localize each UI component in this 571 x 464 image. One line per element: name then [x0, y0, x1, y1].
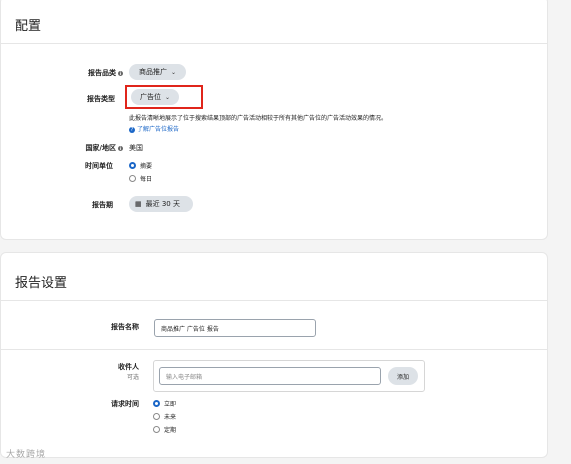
period-dropdown[interactable]: ▦ 最近 30 天: [129, 196, 193, 212]
info-icon: i: [118, 70, 123, 76]
watermark-logo: 大数跨境: [6, 450, 47, 460]
request-time-option-label: 立即: [164, 401, 177, 408]
report-type-label: 报告类型: [87, 95, 115, 103]
learn-more-link[interactable]: ? 了解广告位报告: [129, 124, 179, 133]
radio-empty-icon: [129, 175, 136, 182]
time-unit-option-label: 摘要: [140, 163, 153, 170]
request-time-option-now[interactable]: 立即: [153, 399, 176, 408]
country-label: 国家/地区 i: [61, 143, 123, 153]
radio-empty-icon: [153, 426, 160, 433]
request-time-option-label: 定期: [164, 427, 177, 434]
report-settings-divider: [1, 300, 547, 301]
report-settings-title: 报告设置: [15, 276, 68, 291]
config-divider: [1, 43, 547, 44]
add-recipient-button[interactable]: 添加: [388, 367, 418, 385]
radio-selected-icon: [129, 162, 136, 169]
config-title: 配置: [15, 19, 42, 34]
report-type-description: 此报告清晰地展示了位于搜索结果顶部的广告活动相较于所有其他广告位的广告活动效果的…: [129, 115, 388, 122]
learn-more-text: 了解广告位报告: [137, 126, 180, 133]
chevron-down-icon: ⌄: [170, 68, 177, 76]
report-category-dropdown[interactable]: 商品推广 ⌄: [129, 64, 186, 80]
time-unit-option-summary[interactable]: 摘要: [129, 161, 152, 170]
config-card: 配置 报告品类 i 商品推广 ⌄ 报告类型 广告位 ⌄ 此报告清晰地展示了位于搜索结果…: [0, 0, 548, 240]
time-unit-option-label: 每日: [140, 176, 153, 183]
recipients-label: 收件人 可选: [97, 362, 139, 381]
report-settings-card: 报告设置 报告名称 商品推广 广告位 报告 收件人 可选 输入电子邮箱 添加 请…: [0, 252, 548, 458]
report-category-value: 商品推广: [138, 68, 167, 76]
period-label: 报告期: [92, 201, 113, 209]
help-icon: ?: [129, 126, 135, 133]
recipients-optional-text: 可选: [126, 374, 139, 381]
info-icon: i: [118, 145, 123, 151]
report-type-highlight: [125, 85, 203, 109]
request-time-option-future[interactable]: 未来: [153, 412, 176, 421]
time-unit-option-daily[interactable]: 每日: [129, 174, 152, 183]
report-name-label: 报告名称: [111, 323, 139, 331]
radio-empty-icon: [153, 413, 160, 420]
settings-divider: [1, 349, 547, 350]
email-input[interactable]: 输入电子邮箱: [159, 367, 381, 385]
report-category-label-text: 报告品类: [88, 69, 116, 77]
radio-selected-icon: [153, 400, 160, 407]
country-value: 美国: [129, 144, 143, 152]
recipients-label-text: 收件人: [118, 363, 139, 371]
time-unit-label: 时间单位: [85, 162, 113, 170]
request-time-label: 请求时间: [111, 400, 139, 408]
report-name-input[interactable]: 商品推广 广告位 报告: [154, 319, 316, 337]
country-label-text: 国家/地区: [85, 144, 116, 152]
request-time-option-label: 未来: [164, 414, 177, 421]
period-value: 最近 30 天: [145, 200, 180, 208]
report-category-label: 报告品类 i: [71, 68, 123, 78]
request-time-option-recurring[interactable]: 定期: [153, 425, 176, 434]
calendar-icon: ▦: [135, 200, 142, 208]
